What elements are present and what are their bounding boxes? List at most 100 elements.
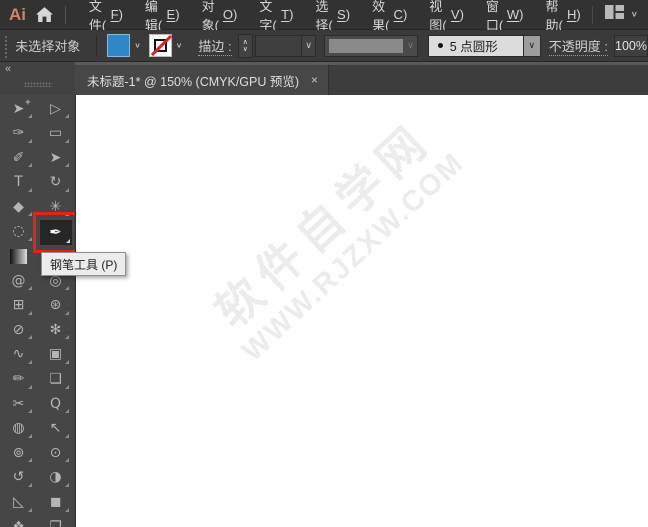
collapse-panel-button[interactable]: « <box>5 63 11 75</box>
ellipse-tool-icon: ⊘ <box>12 321 25 338</box>
selection-tool[interactable]: ➤ <box>41 146 71 169</box>
menu-item-type[interactable]: 文字(T) <box>248 0 304 33</box>
symbol-shifter-tool-icon: ↖ <box>49 420 62 437</box>
menubar-right: ∨ <box>591 5 638 24</box>
chevron-down-icon[interactable]: ∨ <box>631 10 638 19</box>
rotate-tool[interactable]: ↻ <box>41 171 71 194</box>
zoom-tool[interactable]: Q <box>41 392 71 415</box>
width-profile-preview <box>329 38 404 53</box>
home-icon[interactable] <box>36 7 53 22</box>
watermark-line1: 软件自学网 <box>205 112 442 338</box>
menu-item-object[interactable]: 对象(O) <box>191 0 249 33</box>
width-profile-dropdown[interactable]: ∨ <box>324 34 418 57</box>
stroke-weight-stepper[interactable]: ∧ ∨ <box>237 33 254 58</box>
gradient-tool[interactable] <box>4 245 34 268</box>
control-bar-grip[interactable] <box>3 33 10 58</box>
fill-color-swatch[interactable] <box>107 34 131 57</box>
artboard-canvas[interactable]: 软件自学网 WWW.RJZXW.COM <box>76 95 648 527</box>
menu-item-select[interactable]: 选择(S) <box>304 0 361 33</box>
toolbar-grip[interactable] <box>24 82 52 87</box>
symbol-sprayer-tool[interactable]: ◍ <box>4 417 34 440</box>
document-title: 未标题-1* @ 150% (CMYK/GPU 预览) <box>87 74 300 89</box>
opacity-label[interactable]: 不透明度 : <box>548 36 609 56</box>
symbol-spinner-tool-icon: ↺ <box>12 469 25 486</box>
shape-tool-icon: ▣ <box>48 346 63 363</box>
eraser-tool[interactable]: ◆ <box>4 195 34 218</box>
menu-item-file[interactable]: 文件(F) <box>78 0 134 33</box>
symbol-stainer-tool-icon: ◑ <box>49 469 62 486</box>
menu-item-help[interactable]: 帮助(H) <box>534 0 591 33</box>
brush-definition-value[interactable]: 5 点圆形 <box>427 34 524 57</box>
selection-status: 未选择对象 <box>15 39 81 54</box>
menu-item-effect[interactable]: 效果(C) <box>361 0 418 33</box>
shape-tool[interactable]: ▣ <box>41 343 71 366</box>
curvature-tool[interactable]: ✑ <box>4 122 34 145</box>
opacity-input[interactable]: 100% <box>614 34 648 57</box>
spiral-tool[interactable]: @ <box>4 269 34 292</box>
group-selection-tool-icon: ➤ <box>12 100 25 117</box>
direct-selection-tool-icon: ▷ <box>50 100 61 117</box>
menu-items: 文件(F) 编辑(E) 对象(O) 文字(T) 选择(S) 效果(C) 视图(V) 窗口(W)… <box>78 0 592 33</box>
perspective-selection-tool-icon: ❖ <box>12 518 25 527</box>
rectangle-tool[interactable]: ▭ <box>41 122 71 145</box>
document-tab[interactable]: 未标题-1* @ 150% (CMYK/GPU 预览) × <box>75 65 330 95</box>
selection-tool-icon: ➤ <box>49 149 62 166</box>
stroke-weight-label[interactable]: 描边 : <box>198 36 232 56</box>
lasso-tool[interactable]: ◌ <box>4 220 34 243</box>
slice-tool[interactable]: ◼ <box>41 491 71 514</box>
stepper-up-icon[interactable]: ∧ <box>243 39 248 46</box>
ellipse-tool[interactable]: ⊘ <box>4 318 34 341</box>
toolbar: ➤+▷✑▭✐➤T↻◆✳◌✒✎@◎⊞⊛⊘✻∿▣✏❏✂Q◍↖⊚⊙↺◑◺◼❖❐ <box>0 95 76 527</box>
curvature-tool-icon: ✑ <box>12 125 25 142</box>
brush-definition-dropdown[interactable]: ∨ <box>523 34 541 57</box>
menu-item-window[interactable]: 窗口(W) <box>475 0 535 33</box>
artboard-tool[interactable]: ❏ <box>41 368 71 391</box>
workspace-switcher-icon[interactable] <box>604 5 624 24</box>
symbol-scruncher-tool[interactable]: ⊚ <box>4 441 34 464</box>
symbol-shifter-tool[interactable]: ↖ <box>41 417 71 440</box>
width-tool-icon: ∿ <box>12 346 25 363</box>
perspective-grid-tool[interactable]: ◺ <box>4 491 34 514</box>
perspective-selection-tool[interactable]: ❖ <box>4 515 34 527</box>
knife-tool[interactable]: ✏ <box>4 368 34 391</box>
lasso-tool-icon: ◌ <box>12 223 25 240</box>
symbol-scruncher-tool-icon: ⊚ <box>12 444 25 461</box>
direct-selection-tool[interactable]: ▷ <box>41 97 71 120</box>
menubar-divider <box>65 5 66 24</box>
page-plus-tool[interactable]: ❐ <box>41 515 71 527</box>
puppet-warp-tool[interactable]: ✻ <box>41 318 71 341</box>
spiral-tool-icon: @ <box>11 272 26 289</box>
plus-badge-icon: + <box>25 97 31 107</box>
document-tab-bar: 未标题-1* @ 150% (CMYK/GPU 预览) × <box>75 62 648 95</box>
toolbar-tools: ➤+▷✑▭✐➤T↻◆✳◌✒✎@◎⊞⊛⊘✻∿▣✏❏✂Q◍↖⊚⊙↺◑◺◼❖❐ <box>0 95 75 527</box>
stepper-down-icon[interactable]: ∨ <box>243 46 248 53</box>
paintbrush-tool-icon: ✐ <box>12 149 25 166</box>
watermark-line2: WWW.RJZXW.COM <box>236 146 471 368</box>
gradient-swatch-icon <box>10 248 27 264</box>
chevron-down-icon[interactable]: ∨ <box>134 41 141 50</box>
puppet-warp-tool-icon: ✻ <box>49 321 62 338</box>
stroke-none-swatch[interactable] <box>148 34 172 57</box>
artboard-tool-icon: ❏ <box>49 371 62 388</box>
menu-item-view[interactable]: 视图(V) <box>418 0 475 33</box>
width-tool[interactable]: ∿ <box>4 343 34 366</box>
rectangular-grid-tool[interactable]: ⊞ <box>4 294 34 317</box>
stroke-weight-dropdown[interactable]: ∨ <box>301 34 317 57</box>
illustrator-logo: Ai <box>9 4 26 24</box>
group-selection-tool[interactable]: ➤ + <box>4 97 34 120</box>
symbol-sizer-tool[interactable]: ⊙ <box>41 441 71 464</box>
brush-definition-combo: 5 点圆形 ∨ <box>427 34 541 57</box>
type-tool[interactable]: T <box>4 171 34 194</box>
close-tab-icon[interactable]: × <box>311 73 318 87</box>
workspace-divider <box>591 5 593 24</box>
stroke-weight-input[interactable] <box>255 34 302 57</box>
polar-grid-tool[interactable]: ⊛ <box>41 294 71 317</box>
pen-tool[interactable]: ✒ <box>32 211 75 253</box>
symbol-spinner-tool[interactable]: ↺ <box>4 466 34 489</box>
symbol-stainer-tool[interactable]: ◑ <box>41 466 71 489</box>
chevron-down-icon[interactable]: ∨ <box>176 41 183 50</box>
pen-tool-tooltip: 钢笔工具 (P) <box>41 252 127 276</box>
scissors-tool[interactable]: ✂ <box>4 392 34 415</box>
menu-item-edit[interactable]: 编辑(E) <box>134 0 191 33</box>
paintbrush-tool[interactable]: ✐ <box>4 146 34 169</box>
